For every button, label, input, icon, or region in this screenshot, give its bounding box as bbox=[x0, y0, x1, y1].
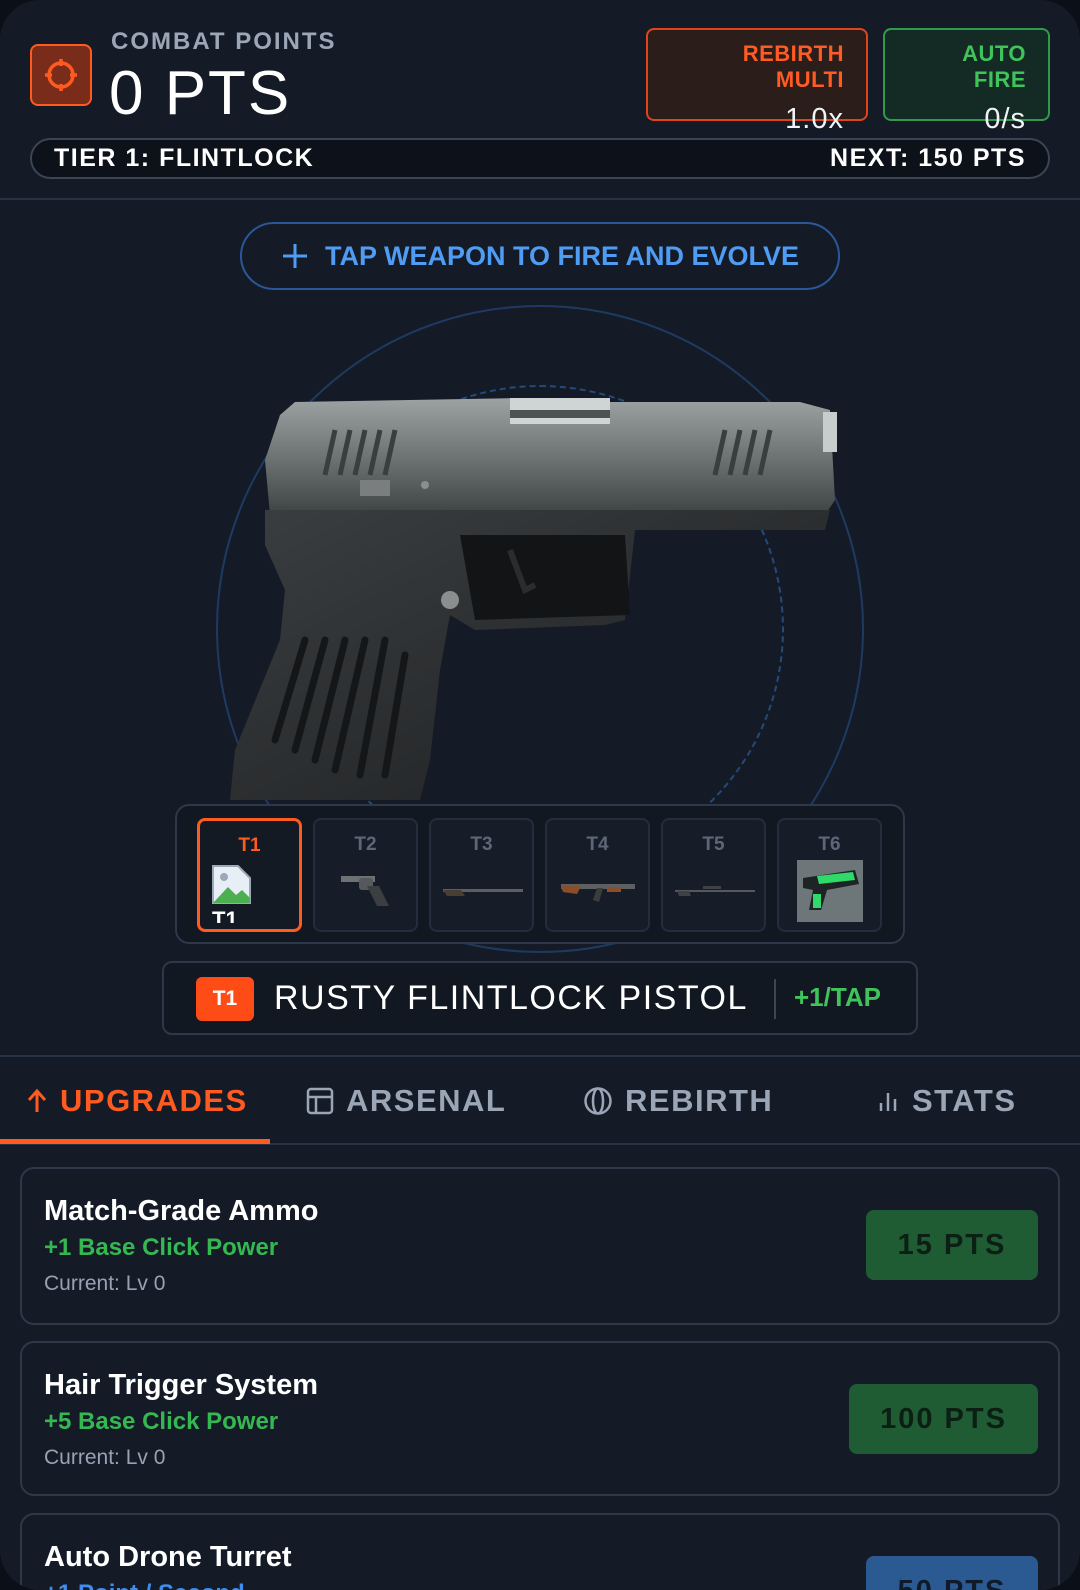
tab-arsenal[interactable]: ARSENAL bbox=[306, 1057, 506, 1145]
buy-upgrade-button[interactable]: 50 PTS bbox=[866, 1556, 1038, 1590]
upgrade-card: Auto Drone Turret +1 Point / Second 50 P… bbox=[20, 1513, 1060, 1590]
tier-card-t3[interactable]: T3 bbox=[429, 818, 534, 932]
upgrade-title: Hair Trigger System bbox=[44, 1369, 318, 1401]
points-value: 0 PTS bbox=[109, 59, 292, 128]
upgrade-card: Match-Grade Ammo +1 Base Click Power Cur… bbox=[20, 1167, 1060, 1325]
tab-bar: UPGRADES ARSENAL REBIRTH STATS bbox=[0, 1055, 1080, 1145]
app-frame: COMBAT POINTS 0 PTS REBIRTH MULTI 1.0x A… bbox=[0, 0, 1080, 1590]
rifle-icon bbox=[443, 889, 523, 896]
auto-fire-label: AUTO FIRE bbox=[962, 41, 1026, 92]
header: COMBAT POINTS 0 PTS REBIRTH MULTI 1.0x A… bbox=[0, 0, 1080, 200]
upgrade-title: Auto Drone Turret bbox=[44, 1541, 292, 1573]
tier-progress-bar: TIER 1: FLINTLOCK NEXT: 150 PTS bbox=[30, 138, 1050, 179]
rebirth-multiplier-value: 1.0x bbox=[785, 103, 844, 135]
tier-card-label: T3 bbox=[470, 834, 493, 855]
tap-hint-text: TAP WEAPON TO FIRE AND EVOLVE bbox=[324, 240, 800, 271]
current-weapon-bar: T1 RUSTY FLINTLOCK PISTOL +1/TAP bbox=[162, 961, 918, 1035]
crosshair-icon bbox=[45, 59, 77, 91]
tab-rebirth[interactable]: REBIRTH bbox=[583, 1057, 773, 1145]
per-tap-value: +1/TAP bbox=[794, 982, 881, 1012]
next-tier-label: NEXT: 150 PTS bbox=[830, 144, 1026, 172]
tier-card-label: T4 bbox=[586, 834, 609, 855]
upgrade-card: Hair Trigger System +5 Base Click Power … bbox=[20, 1341, 1060, 1496]
tier-card-alt-text: T1 bbox=[212, 909, 238, 923]
tier-card-t4[interactable]: T4 bbox=[545, 818, 650, 932]
revolver-icon bbox=[341, 876, 389, 906]
rebirth-multiplier-box: REBIRTH MULTI 1.0x bbox=[646, 28, 868, 135]
rebirth-multiplier-label: REBIRTH MULTI bbox=[742, 41, 844, 92]
pistol-image[interactable] bbox=[225, 380, 865, 805]
arrow-up-icon bbox=[27, 1088, 47, 1112]
tier-badge: T1 bbox=[196, 977, 254, 1021]
tier-card-label: T2 bbox=[354, 834, 377, 855]
tab-stats[interactable]: STATS bbox=[876, 1057, 1017, 1145]
tier-card-label: T1 bbox=[238, 835, 261, 856]
tab-upgrades[interactable]: UPGRADES bbox=[26, 1057, 248, 1145]
upgrade-title: Match-Grade Ammo bbox=[44, 1195, 319, 1227]
broken-image-icon bbox=[212, 865, 251, 904]
weapon-name: RUSTY FLINTLOCK PISTOL bbox=[274, 979, 748, 1017]
tier-card-label: T6 bbox=[818, 834, 841, 855]
points-label: COMBAT POINTS bbox=[111, 28, 337, 55]
tier-card-t1[interactable]: T1 T1 bbox=[197, 818, 302, 932]
assault-rifle-icon bbox=[561, 884, 635, 902]
blaster-icon bbox=[797, 860, 863, 922]
bar-chart-icon bbox=[879, 1093, 897, 1111]
upgrade-level: Current: Lv 0 bbox=[44, 1272, 166, 1295]
plus-icon bbox=[282, 244, 307, 268]
auto-fire-value: 0/s bbox=[984, 103, 1026, 135]
current-tier-label: TIER 1: FLINTLOCK bbox=[54, 144, 315, 172]
tab-label: REBIRTH bbox=[625, 1083, 774, 1118]
tier-card-t6[interactable]: T6 bbox=[777, 818, 882, 932]
tab-label: UPGRADES bbox=[60, 1083, 248, 1118]
sniper-rifle-icon bbox=[675, 886, 755, 896]
upgrade-effect: +1 Base Click Power bbox=[44, 1234, 279, 1261]
buy-upgrade-button[interactable]: 100 PTS bbox=[849, 1384, 1038, 1454]
auto-fire-box: AUTO FIRE 0/s bbox=[883, 28, 1050, 135]
tier-card-label: T5 bbox=[702, 834, 725, 855]
upgrade-effect: +5 Base Click Power bbox=[44, 1408, 279, 1435]
active-tab-indicator bbox=[0, 1139, 270, 1144]
upgrade-level: Current: Lv 0 bbox=[44, 1446, 166, 1469]
tier-card-t2[interactable]: T2 bbox=[313, 818, 418, 932]
layout-icon bbox=[306, 1087, 334, 1115]
buy-upgrade-button[interactable]: 15 PTS bbox=[866, 1210, 1038, 1280]
tab-label: ARSENAL bbox=[346, 1083, 507, 1118]
upgrade-effect: +1 Point / Second bbox=[44, 1580, 245, 1590]
crosshair-button[interactable] bbox=[30, 44, 92, 106]
tier-selector: T1 T1 T2 T3 T4 T5 T6 bbox=[175, 804, 905, 944]
tap-hint-pill: TAP WEAPON TO FIRE AND EVOLVE bbox=[240, 222, 840, 290]
tab-label: STATS bbox=[912, 1083, 1017, 1118]
divider bbox=[774, 979, 776, 1019]
tier-card-t5[interactable]: T5 bbox=[661, 818, 766, 932]
cycle-icon bbox=[584, 1087, 612, 1115]
